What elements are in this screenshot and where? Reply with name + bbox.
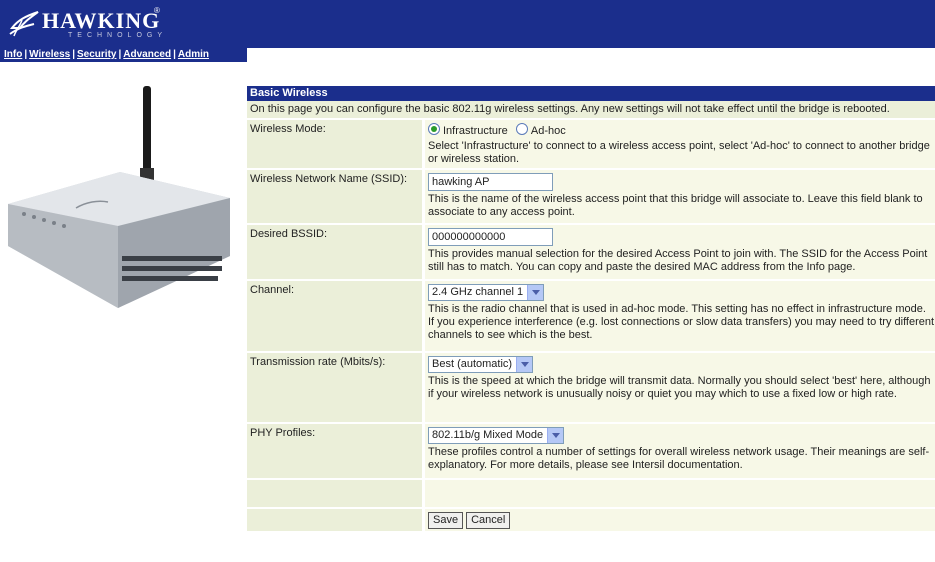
buttons-cell: Save Cancel	[425, 509, 935, 531]
ssid-value: hawking AP This is the name of the wirel…	[425, 170, 935, 223]
infrastructure-radio[interactable]	[428, 123, 440, 135]
rate-desc: This is the speed at which the bridge wi…	[428, 375, 931, 400]
chevron-down-icon[interactable]	[547, 428, 564, 443]
phy-selected: 802.11b/g Mixed Mode	[432, 429, 544, 441]
registered-mark: ®	[154, 6, 160, 15]
channel-value: 2.4 GHz channel 1 This is the radio chan…	[425, 281, 935, 351]
wireless-mode-value: Infrastructure Ad-hoc Select 'Infrastruc…	[425, 120, 935, 168]
bssid-input[interactable]: 000000000000	[428, 228, 553, 246]
empty-row	[247, 480, 935, 507]
phy-select[interactable]: 802.11b/g Mixed Mode	[428, 427, 565, 444]
nav-security-link[interactable]: Security	[77, 49, 116, 60]
wireless-mode-row: Wireless Mode: Infrastructure Ad-hoc Sel…	[247, 120, 935, 168]
settings-panel: Basic Wireless On this page you can conf…	[247, 86, 935, 531]
bssid-row: Desired BSSID: 000000000000 This provide…	[247, 225, 935, 279]
nav-separator: |	[173, 49, 176, 60]
bridge-device-image	[8, 86, 230, 308]
rate-label: Transmission rate (Mbits/s):	[247, 353, 422, 422]
channel-selected: 2.4 GHz channel 1	[432, 286, 524, 298]
nav-separator: |	[72, 49, 75, 60]
save-button[interactable]: Save	[428, 512, 464, 529]
cancel-button[interactable]: Cancel	[466, 512, 511, 529]
infrastructure-label: Infrastructure	[443, 125, 508, 137]
header-bar: HAWKING ® TECHNOLOGY	[0, 0, 935, 48]
empty-value-cell	[425, 480, 935, 507]
channel-select[interactable]: 2.4 GHz channel 1	[428, 284, 545, 301]
phy-value: 802.11b/g Mixed Mode These profiles cont…	[425, 424, 935, 478]
page-title: Basic Wireless	[247, 86, 935, 101]
buttons-label-cell	[247, 509, 422, 531]
bssid-desc: This provides manual selection for the d…	[428, 248, 928, 273]
hawking-logo: HAWKING ® TECHNOLOGY	[8, 4, 208, 44]
nav-separator: |	[118, 49, 122, 60]
chevron-down-icon[interactable]	[516, 357, 533, 372]
nav-bar: Info | Wireless | Security | Advanced | Admin	[0, 48, 935, 62]
empty-label-cell	[247, 480, 422, 507]
phy-row: PHY Profiles: 802.11b/g Mixed Mode These…	[247, 424, 935, 478]
nav-advanced-link[interactable]: Advanced	[123, 49, 171, 60]
phy-desc: These profiles control a number of setti…	[428, 446, 930, 471]
adhoc-label: Ad-hoc	[530, 125, 566, 137]
nav-admin-link[interactable]: Admin	[178, 49, 209, 60]
nav-separator: |	[24, 49, 28, 60]
chevron-down-icon[interactable]	[527, 285, 544, 300]
adhoc-radio[interactable]	[515, 123, 528, 135]
nav-links: Info | Wireless | Security | Advanced | Admin	[4, 48, 209, 62]
nav-info-link[interactable]: Info	[4, 49, 22, 60]
channel-row: Channel: 2.4 GHz channel 1 This is the r…	[247, 281, 935, 351]
brand-subtitle: TECHNOLOGY	[68, 32, 168, 39]
nav-background: Info | Wireless | Security | Advanced | Admin	[0, 48, 247, 62]
bssid-value: 000000000000 This provides manual select…	[425, 225, 935, 279]
rate-select[interactable]: Best (automatic)	[428, 356, 534, 373]
rate-value: Best (automatic) This is the speed at wh…	[425, 353, 935, 422]
rate-selected: Best (automatic)	[432, 358, 513, 370]
nav-wireless-link[interactable]: Wireless	[29, 49, 70, 60]
wireless-mode-label: Wireless Mode:	[247, 120, 422, 168]
ssid-desc: This is the name of the wireless access …	[428, 193, 923, 218]
channel-desc: This is the radio channel that is used i…	[428, 303, 935, 341]
bssid-label: Desired BSSID:	[247, 225, 422, 279]
rate-row: Transmission rate (Mbits/s): Best (autom…	[247, 353, 935, 422]
ssid-label: Wireless Network Name (SSID):	[247, 170, 422, 223]
ssid-row: Wireless Network Name (SSID): hawking AP…	[247, 170, 935, 223]
ssid-input[interactable]: hawking AP	[428, 173, 553, 191]
bird-logo-icon	[9, 11, 39, 37]
buttons-row: Save Cancel	[247, 509, 935, 531]
wireless-mode-desc: Select 'Infrastructure' to connect to a …	[428, 140, 930, 165]
channel-label: Channel:	[247, 281, 422, 351]
brand-name: HAWKING	[42, 8, 161, 33]
phy-label: PHY Profiles:	[247, 424, 422, 478]
page-intro: On this page you can configure the basic…	[247, 101, 935, 118]
